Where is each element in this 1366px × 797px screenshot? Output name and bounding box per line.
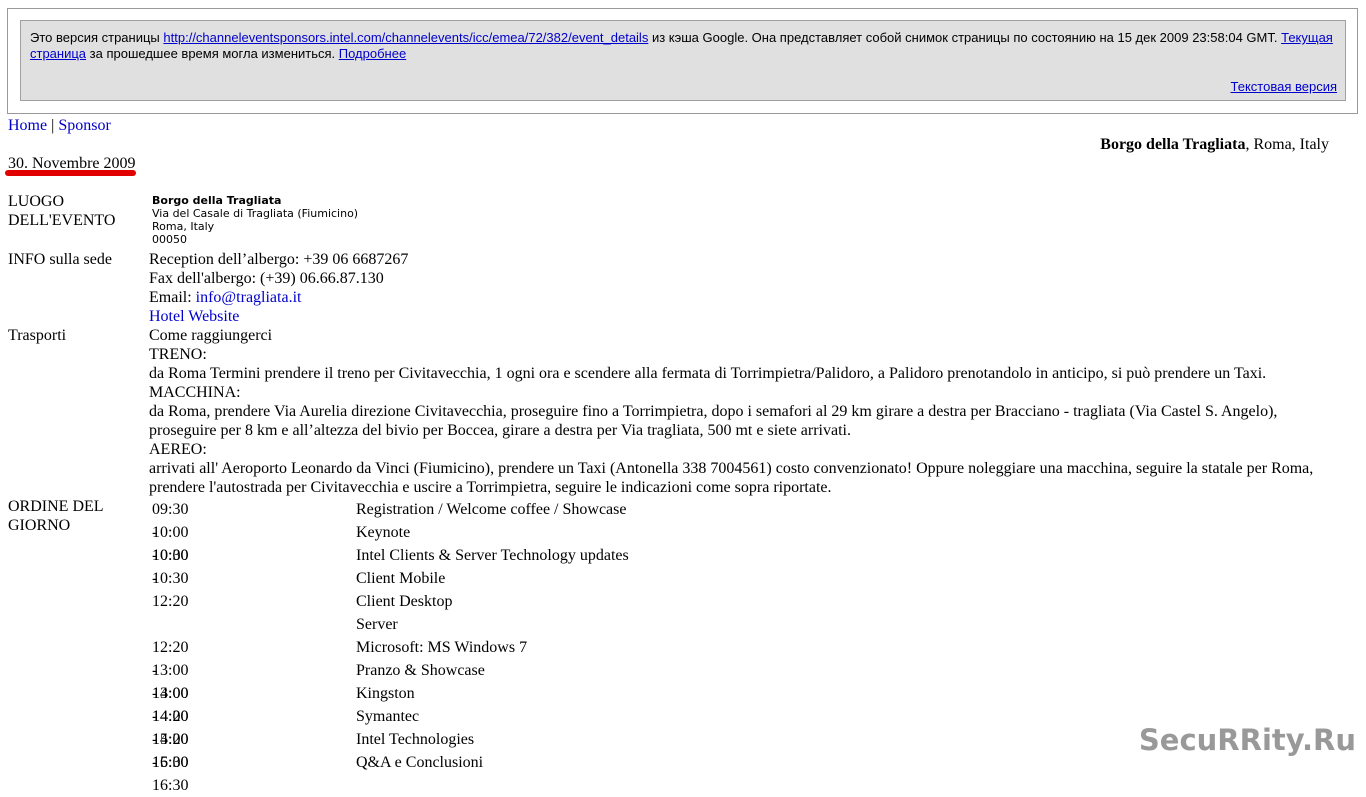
agenda-time: 16:30 (152, 754, 189, 771)
agenda-item: Server (356, 616, 398, 633)
venue-header-name: Borgo della Tragliata (1100, 136, 1246, 153)
more-info-link[interactable]: Подробнее (339, 46, 406, 61)
agenda-item: Registration / Welcome coffee / Showcase (356, 501, 627, 518)
info-label: INFO sulla sede (8, 251, 112, 268)
agenda-item: Client Desktop (356, 593, 453, 610)
hotel-website-link[interactable]: Hotel Website (149, 308, 239, 325)
agenda-item: Microsoft: MS Windows 7 (356, 639, 528, 656)
agenda-item: Symantec (356, 708, 420, 725)
cache-banner-inner: Это версия страницы http://channelevents… (20, 20, 1346, 101)
agenda-item: Kingston (356, 685, 415, 702)
venue-city: Roma, Italy (152, 220, 215, 233)
ordine-label-line2: GIORNO (8, 517, 71, 534)
agenda-item: Q&A e Conclusioni (356, 754, 484, 771)
email-line: Email: info@tragliata.it (149, 288, 408, 307)
cache-banner: Это версия страницы http://channelevents… (7, 8, 1358, 114)
agenda-time: 10:30 - 12:20 (152, 547, 189, 610)
agenda-item: Keynote (356, 524, 411, 541)
ordine-label-line1: ORDINE DEL (8, 498, 104, 515)
email-label: Email: (149, 289, 192, 306)
cache-suffix: за прошедшее время могла измениться. (89, 46, 336, 61)
venue-address: Borgo della Tragliata Via del Casale di … (152, 194, 358, 246)
cache-notice: Это версия страницы http://channelevents… (30, 30, 1336, 62)
email-link[interactable]: info@tragliata.it (196, 289, 302, 306)
cached-url-link[interactable]: http://channeleventsponsors.intel.com/ch… (163, 30, 648, 45)
home-link[interactable]: Home (8, 117, 47, 134)
venue-header: Borgo della Tragliata, Roma, Italy (1100, 136, 1329, 154)
trasporti-label: Trasporti (8, 327, 67, 344)
aereo-label: AEREO: (149, 441, 207, 458)
cache-middle: из кэша Google. Она представляет собой с… (651, 30, 1278, 45)
text-version-link[interactable]: Текстовая версия (1231, 79, 1337, 95)
macchina-text: da Roma, prendere Via Aurelia direzione … (149, 403, 1278, 439)
trasporti-heading: Come raggiungerci (149, 327, 273, 344)
aereo-text: arrivati all' Aeroporto Leonardo da Vinc… (149, 460, 1314, 496)
agenda-item: Intel Clients & Server Technology update… (356, 547, 629, 564)
top-nav: Home | Sponsor (8, 117, 111, 135)
sponsor-link[interactable]: Sponsor (58, 117, 110, 134)
macchina-label: MACCHINA: (149, 384, 241, 401)
luogo-label-line1: LUOGO (8, 193, 64, 210)
venue-header-location: , Roma, Italy (1245, 136, 1329, 153)
venue-zip: 00050 (152, 233, 187, 246)
treno-label: TRENO: (149, 346, 207, 363)
ordine-label: ORDINE DEL GIORNO (8, 497, 104, 535)
trasporti-block: Come raggiungerci TRENO: da Roma Termini… (149, 326, 1324, 497)
luogo-label: LUOGO DELL'EVENTO (8, 192, 115, 230)
fax-number: Fax dell'albergo: (+39) 06.66.87.130 (149, 270, 384, 287)
nav-separator: | (51, 117, 55, 134)
venue-street: Via del Casale di Tragliata (Fiumicino) (152, 207, 359, 220)
reception-phone: Reception dell’albergo: +39 06 6687267 (149, 251, 409, 268)
cache-prefix: Это версия страницы (30, 30, 160, 45)
treno-text: da Roma Termini prendere il treno per Ci… (149, 365, 1267, 382)
luogo-label-line2: DELL'EVENTO (8, 212, 116, 229)
venue-name: Borgo della Tragliata (152, 194, 282, 207)
agenda-item: Intel Technologies (356, 731, 475, 748)
watermark-logo: SecuRRity.Ru (1138, 723, 1356, 757)
agenda-item: Pranzo & Showcase (356, 662, 485, 679)
red-underline-highlight (5, 170, 136, 176)
info-block: Reception dell’albergo: +39 06 6687267 F… (149, 250, 408, 326)
agenda-item: Client Mobile (356, 570, 446, 587)
